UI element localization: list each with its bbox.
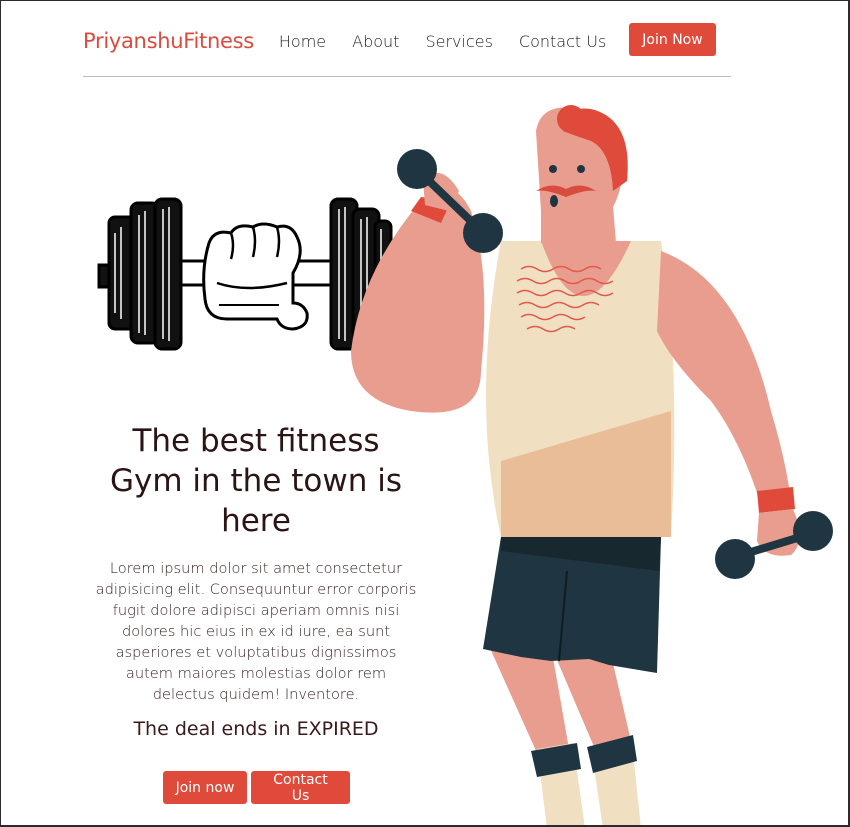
- top-navbar: PriyanshuFitness Home About Services Con…: [83, 21, 731, 61]
- brand-logo[interactable]: PriyanshuFitness: [83, 29, 254, 53]
- page-frame: PriyanshuFitness Home About Services Con…: [0, 0, 850, 827]
- header-divider: [83, 76, 731, 77]
- nav-link-contact[interactable]: Contact Us: [519, 32, 606, 51]
- hero-title-line-3: here: [221, 503, 291, 539]
- cta-row: Join now Contact Us: [163, 771, 350, 804]
- nav-link-services[interactable]: Services: [425, 32, 492, 51]
- contact-us-button[interactable]: Contact Us: [251, 771, 350, 804]
- nav-links: Home About Services Contact Us: [279, 32, 632, 51]
- weightlifter-illustration: [351, 105, 833, 825]
- nav-link-home[interactable]: Home: [279, 32, 326, 51]
- nav-link-about[interactable]: About: [352, 32, 399, 51]
- join-now-button[interactable]: Join Now: [629, 23, 716, 56]
- join-now-cta-button[interactable]: Join now: [163, 771, 247, 804]
